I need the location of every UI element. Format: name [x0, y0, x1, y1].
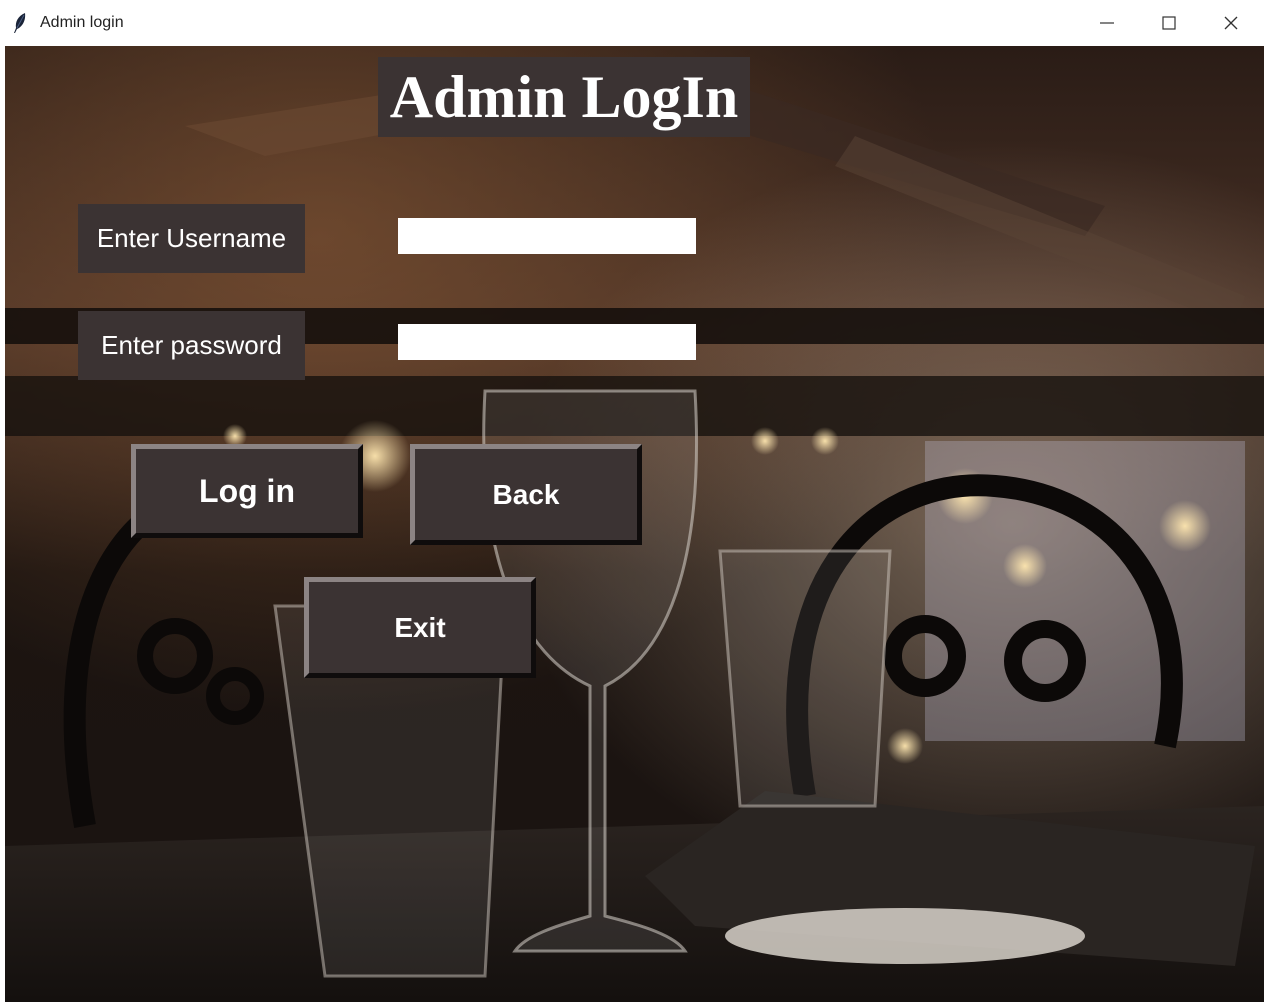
window-title: Admin login [40, 14, 124, 31]
page-title: Admin LogIn [378, 57, 750, 137]
maximize-button[interactable] [1138, 0, 1200, 46]
login-button-label: Log in [199, 472, 295, 509]
maximize-icon [1162, 16, 1176, 30]
login-window-content: Admin LogIn Enter Username Enter passwor… [5, 46, 1264, 1002]
close-button[interactable] [1200, 0, 1262, 46]
minimize-icon [1100, 16, 1114, 30]
close-icon [1224, 16, 1238, 30]
password-input[interactable] [398, 324, 696, 360]
feather-icon [12, 12, 28, 34]
back-button-label: Back [492, 478, 560, 510]
back-button[interactable]: Back [410, 444, 642, 545]
login-button[interactable]: Log in [131, 444, 363, 538]
password-label: Enter password [78, 311, 305, 380]
minimize-button[interactable] [1076, 0, 1138, 46]
title-bar: Admin login [0, 0, 1271, 46]
username-label: Enter Username [78, 204, 305, 273]
exit-button-label: Exit [394, 611, 446, 643]
exit-button[interactable]: Exit [304, 577, 536, 678]
username-input[interactable] [398, 218, 696, 254]
